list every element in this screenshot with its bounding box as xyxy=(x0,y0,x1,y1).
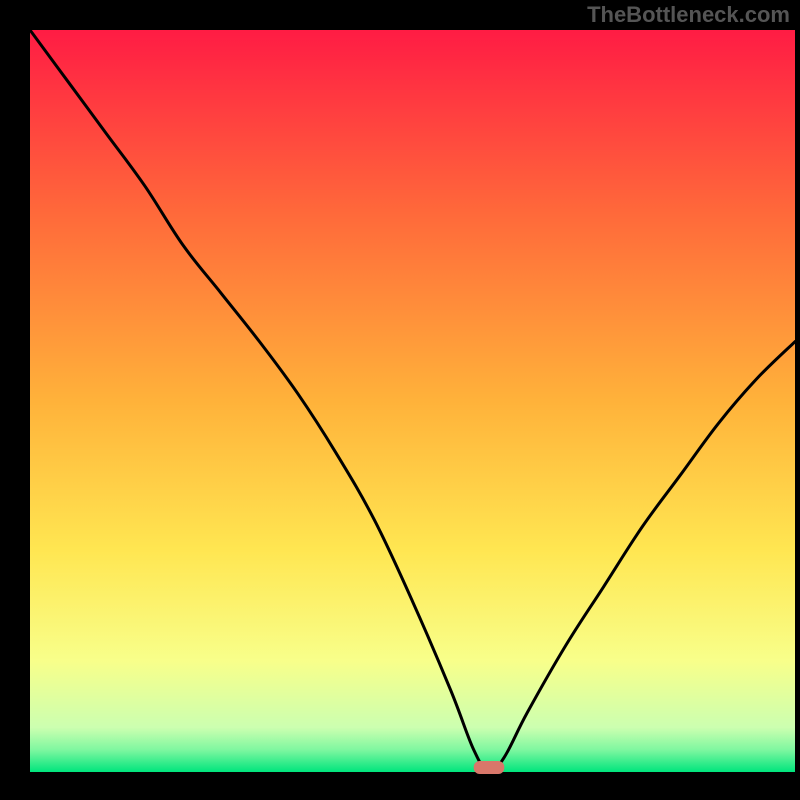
chart-container: TheBottleneck.com xyxy=(0,0,800,800)
plot-background xyxy=(30,30,795,772)
optimum-marker xyxy=(474,761,505,774)
watermark-text: TheBottleneck.com xyxy=(587,2,790,28)
bottleneck-chart xyxy=(0,0,800,800)
